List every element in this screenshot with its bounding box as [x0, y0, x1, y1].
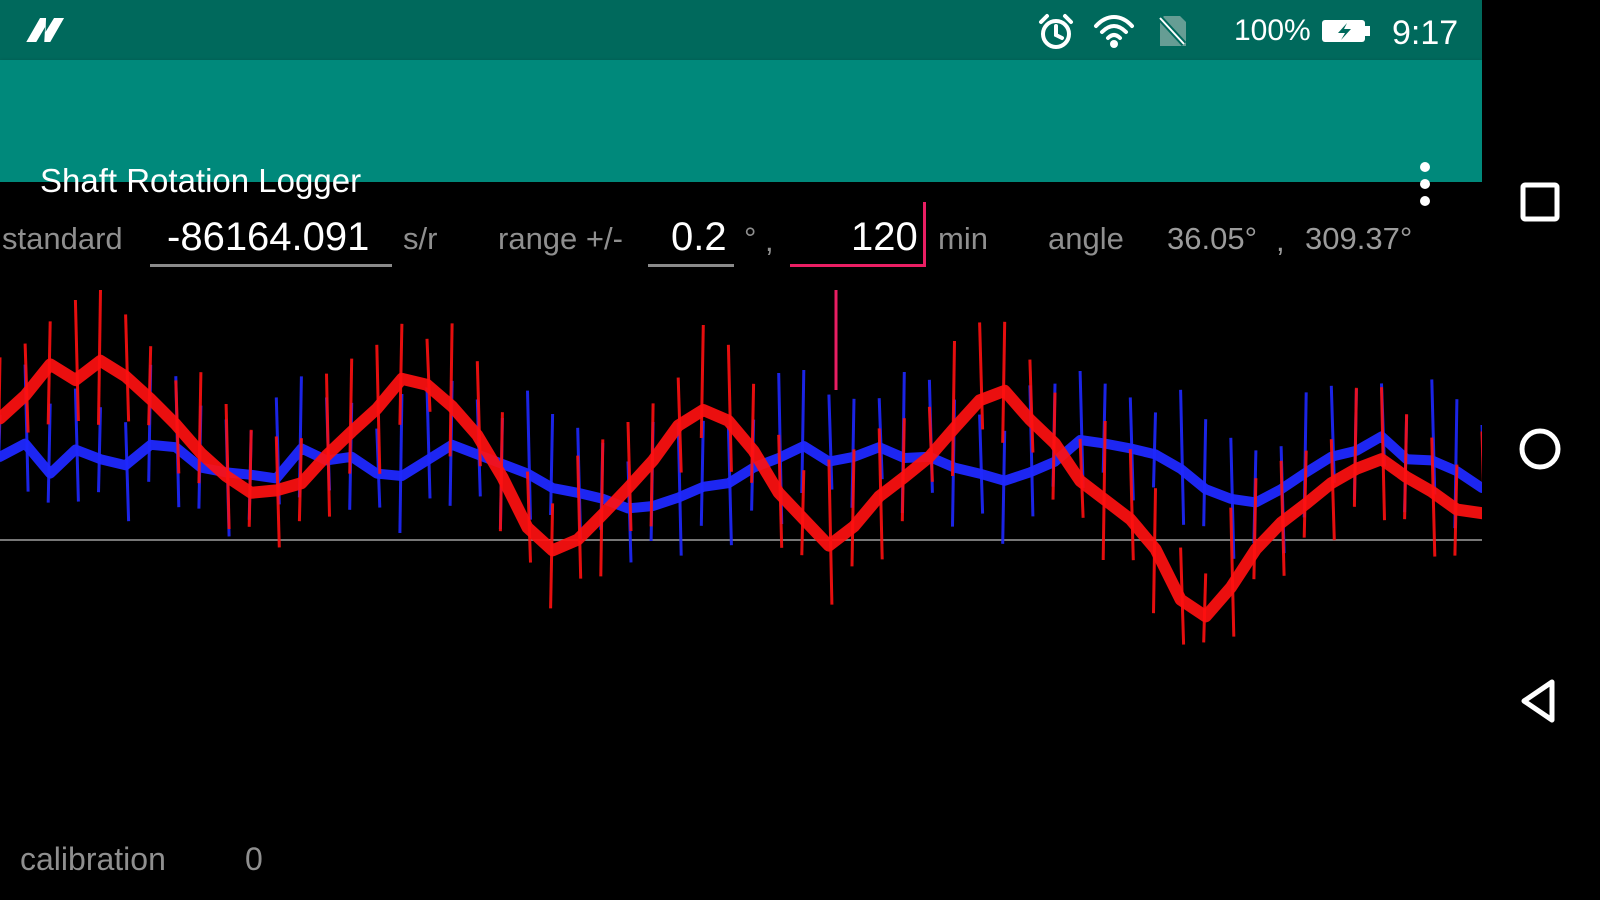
standard-input[interactable]: -86164.091	[150, 210, 392, 267]
angle-separator: ,	[1276, 223, 1285, 258]
standard-label: standard	[2, 221, 123, 256]
android-screen: 100% 9:17 Shaft Rotation Logger standard…	[0, 0, 1600, 900]
range-separator: ,	[765, 223, 774, 258]
series-noise-1-54	[1352, 387, 1358, 507]
time-value: 120	[851, 215, 918, 259]
series-noise-1-6	[147, 346, 153, 426]
series-noise-0-46	[1152, 412, 1157, 488]
android-navigation-bar	[1482, 0, 1600, 900]
series-noise-1-14	[348, 358, 354, 474]
parameter-controls: standard -86164.091 s/r range +/- 0.2 ° …	[0, 202, 1482, 276]
standard-unit: s/r	[403, 221, 438, 256]
series-noise-0-40	[1001, 430, 1007, 544]
series-noise-1-4	[97, 290, 102, 425]
series-noise-0-39	[978, 414, 985, 514]
series-noise-1-20	[498, 412, 504, 532]
series-noise-1-37	[927, 406, 934, 482]
home-icon[interactable]	[1515, 424, 1565, 474]
range-input[interactable]: 0.2	[648, 210, 734, 267]
rotation-chart	[0, 290, 1482, 645]
series-noise-1-30	[750, 383, 756, 483]
series-noise-1-22	[549, 503, 555, 609]
series-noise-1-42	[1051, 392, 1057, 500]
series-noise-1-10	[247, 429, 253, 527]
series-noise-1-51	[1279, 460, 1286, 576]
status-bar: 100% 9:17	[0, 0, 1482, 60]
no-sim-icon	[1152, 12, 1190, 50]
series-noise-1-39	[978, 322, 985, 430]
series-noise-1-48	[1202, 573, 1208, 643]
series-noise-1-44	[1101, 420, 1107, 561]
series-noise-1-55	[1380, 387, 1386, 521]
red-series-group	[0, 290, 1482, 645]
time-unit: min	[938, 221, 988, 256]
series-noise-1-50	[1252, 478, 1258, 580]
series-noise-1-18	[448, 323, 454, 457]
series-noise-1-2	[46, 321, 52, 425]
series-noise-1-28	[699, 324, 705, 439]
series-noise-1-16	[398, 323, 404, 425]
series-noise-1-12	[297, 438, 303, 522]
recent-apps-icon[interactable]	[1516, 178, 1564, 226]
series-noise-0-22	[549, 413, 555, 516]
angle-label: angle	[1048, 221, 1124, 256]
series-noise-1-34	[850, 449, 856, 567]
series-noise-1-5	[124, 314, 131, 422]
alarm-icon	[1036, 12, 1076, 52]
series-noise-1-13	[325, 373, 331, 517]
overflow-menu-icon[interactable]	[1402, 157, 1448, 211]
series-noise-1-46	[1152, 488, 1157, 614]
text-cursor	[923, 202, 926, 266]
series-noise-1-26	[649, 403, 655, 527]
series-noise-1-40	[1001, 321, 1007, 443]
series-noise-0-5	[124, 422, 131, 522]
series-noise-1-36	[900, 418, 906, 522]
series-noise-1-47	[1179, 547, 1186, 645]
series-noise-0-47	[1179, 389, 1186, 525]
series-noise-1-58	[1453, 464, 1459, 556]
battery-text: 100%	[1234, 14, 1311, 47]
angle-value-2: 309.37°	[1305, 221, 1413, 256]
app-title: Shaft Rotation Logger	[40, 162, 362, 199]
calibration-label: calibration	[20, 841, 166, 877]
series-noise-1-8	[197, 372, 203, 484]
back-icon[interactable]	[1514, 674, 1564, 728]
series-noise-1-52	[1302, 450, 1308, 538]
blue-series-group	[0, 364, 1482, 563]
series-noise-0-48	[1202, 419, 1208, 527]
battery-icon	[1320, 16, 1372, 46]
series-noise-1-56	[1403, 414, 1409, 520]
series-noise-1-9	[224, 403, 231, 530]
range-value: 0.2	[671, 215, 727, 259]
range-label: range +/-	[498, 221, 623, 256]
standard-value: -86164.091	[167, 215, 370, 259]
angle-value-1: 36.05°	[1167, 221, 1257, 256]
series-line-1	[0, 354, 1482, 623]
series-noise-1-24	[599, 439, 605, 577]
calibration-value: 0	[245, 841, 263, 877]
app-bar: Shaft Rotation Logger	[0, 60, 1482, 206]
n-icon	[24, 12, 65, 48]
wifi-icon	[1092, 12, 1136, 50]
series-noise-1-32	[800, 470, 806, 556]
time-input[interactable]: 120	[790, 202, 926, 267]
series-noise-1-38	[951, 340, 956, 477]
clock-time: 9:17	[1392, 14, 1459, 52]
range-degree-symbol: °	[744, 221, 757, 256]
